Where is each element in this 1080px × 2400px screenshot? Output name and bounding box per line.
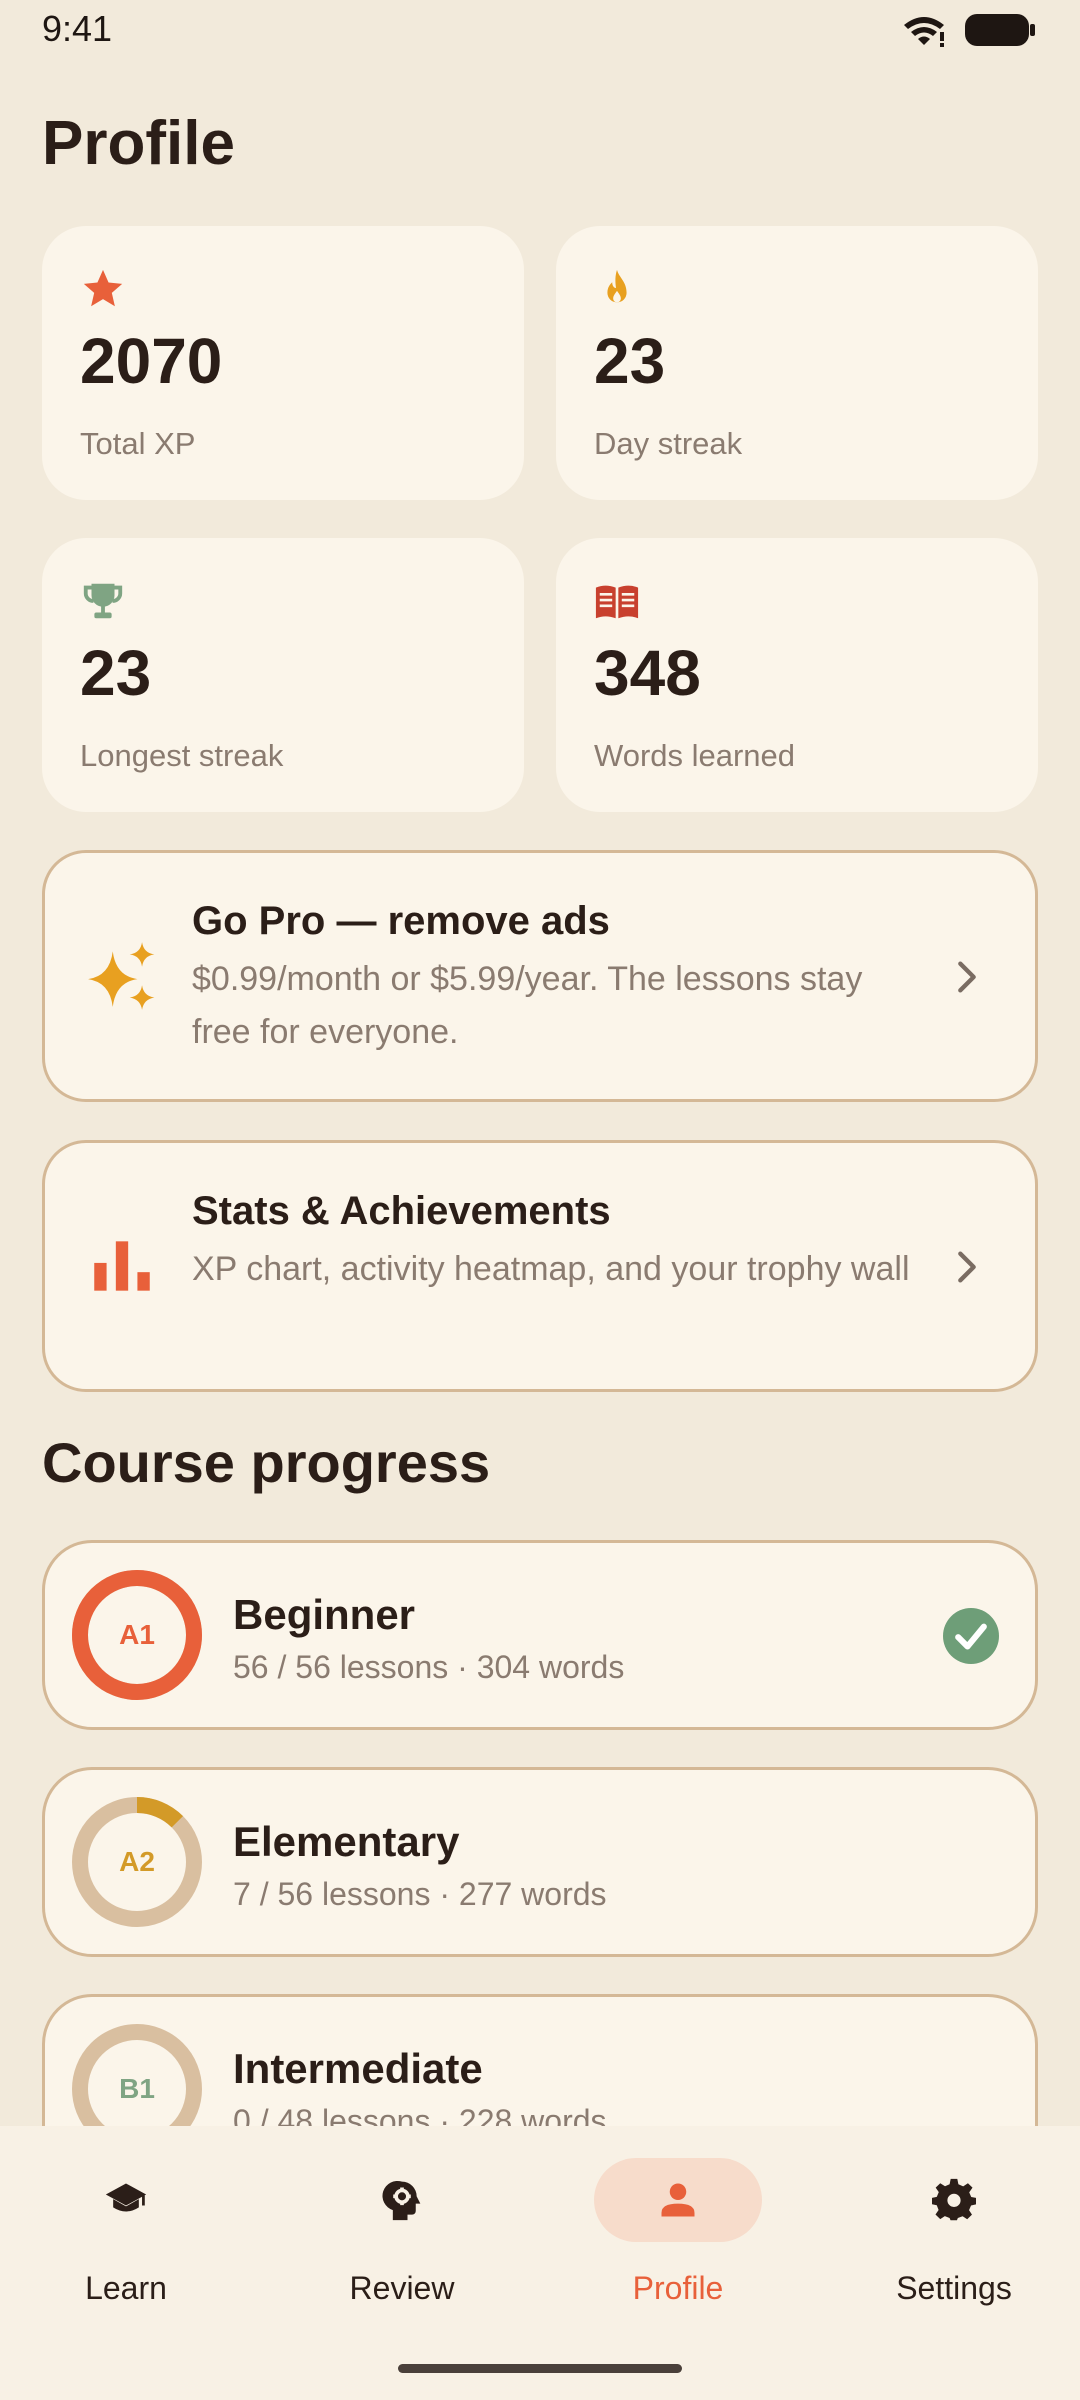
check-circle-icon — [943, 1608, 999, 1664]
stats-achievements-card[interactable]: Stats & Achievements XP chart, activity … — [42, 1140, 1038, 1392]
stat-card-longest-streak: 23 Longest streak — [42, 538, 524, 812]
battery-icon — [965, 14, 1035, 46]
bar-chart-icon — [94, 1241, 150, 1291]
promo-title: Go Pro — remove ads — [192, 899, 610, 943]
home-indicator — [398, 2364, 682, 2373]
stat-value: 348 — [594, 637, 701, 709]
chevron-right-icon — [958, 961, 976, 993]
flame-icon — [607, 269, 627, 303]
stat-label: Longest streak — [80, 738, 284, 773]
course-level-badge: A2 — [119, 1846, 155, 1877]
course-card-elementary[interactable]: A2 Elementary 7 / 56 lessons · 277 words — [42, 1767, 1038, 1957]
stat-label: Total XP — [80, 426, 196, 461]
book-icon — [595, 585, 639, 619]
promo-description: $0.99/month or $5.99/year. The lessons s… — [192, 960, 863, 1051]
stat-label: Day streak — [594, 426, 743, 461]
profile-screen: 9:41 Profile 2070 Total XP 23 Day streak… — [0, 0, 1080, 2400]
stat-value: 23 — [80, 637, 152, 709]
status-bar: 9:41 — [0, 0, 1080, 60]
promo-title: Stats & Achievements — [192, 1189, 611, 1233]
person-icon — [661, 2183, 695, 2217]
chevron-right-icon — [958, 1251, 976, 1283]
stat-card-day-streak: 23 Day streak — [556, 226, 1038, 500]
brain-gear-icon — [382, 2180, 421, 2221]
graduation-cap-icon — [105, 2183, 147, 2212]
page-title: Profile — [42, 109, 235, 178]
sparkle-icon — [88, 942, 155, 1010]
stat-value: 2070 — [80, 325, 223, 397]
nav-item-learn[interactable]: Learn — [16, 2158, 236, 2318]
stat-card-total-xp: 2070 Total XP — [42, 226, 524, 500]
stat-value: 23 — [594, 325, 666, 397]
nav-label: Settings — [896, 2270, 1012, 2306]
gear-icon — [932, 2178, 976, 2221]
nav-item-settings[interactable]: Settings — [844, 2158, 1064, 2318]
trophy-icon — [83, 583, 123, 619]
wifi-icon — [904, 17, 944, 47]
bottom-nav: Learn Review Profile Settings — [0, 2126, 1080, 2400]
nav-item-review[interactable]: Review — [292, 2158, 512, 2318]
nav-item-profile[interactable]: Profile — [568, 2158, 788, 2318]
nav-label: Profile — [632, 2270, 724, 2306]
status-icons — [902, 12, 1036, 48]
course-progress-title: Course progress — [42, 1431, 491, 1494]
course-meta: 56 / 56 lessons · 304 words — [233, 1649, 625, 1685]
go-pro-card[interactable]: Go Pro — remove ads $0.99/month or $5.99… — [42, 850, 1038, 1102]
nav-label: Learn — [85, 2270, 167, 2306]
course-meta: 7 / 56 lessons · 277 words — [233, 1876, 607, 1912]
course-name: Intermediate — [233, 2045, 483, 2092]
course-card-beginner[interactable]: A1 Beginner 56 / 56 lessons · 304 words — [42, 1540, 1038, 1730]
course-name: Elementary — [233, 1818, 460, 1865]
course-name: Beginner — [233, 1591, 416, 1638]
nav-label: Review — [349, 2270, 455, 2306]
status-time: 9:41 — [42, 8, 113, 49]
promo-description: XP chart, activity heatmap, and your tro… — [192, 1250, 910, 1288]
stat-label: Words learned — [594, 738, 796, 773]
course-level-badge: A1 — [119, 1619, 155, 1650]
star-icon — [83, 269, 123, 307]
stat-card-words-learned: 348 Words learned — [556, 538, 1038, 812]
